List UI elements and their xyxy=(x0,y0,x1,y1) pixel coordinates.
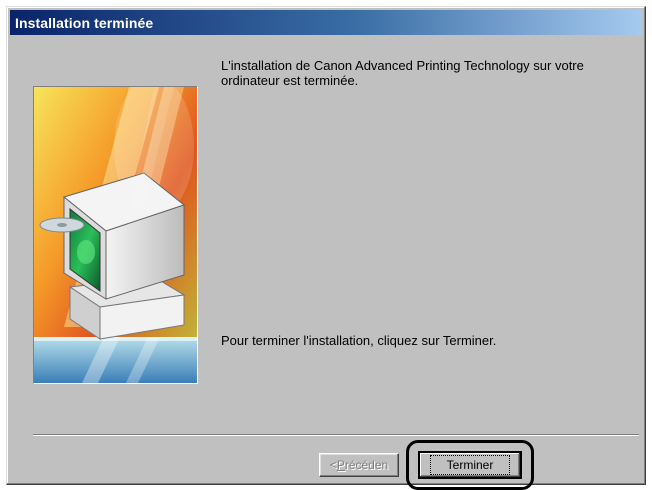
finish-instruction: Pour terminer l'installation, cliquez su… xyxy=(221,333,497,348)
finish-button-label: Terminer xyxy=(429,455,511,475)
button-separator xyxy=(33,434,639,436)
finish-button[interactable]: Terminer xyxy=(418,451,522,479)
computer-install-icon xyxy=(34,87,197,383)
back-button-mnemonic: P xyxy=(336,458,345,472)
installation-dialog: Installation terminée L'installation de … xyxy=(6,6,646,490)
back-button-label: récéden xyxy=(344,458,389,472)
title-bar[interactable]: Installation terminée xyxy=(10,10,642,35)
wizard-illustration xyxy=(33,86,198,384)
back-button[interactable]: < Précéden xyxy=(319,453,399,477)
back-button-prefix: < xyxy=(329,458,337,472)
window-title: Installation terminée xyxy=(15,14,154,31)
completion-message: L'installation de Canon Advanced Printin… xyxy=(221,58,584,88)
